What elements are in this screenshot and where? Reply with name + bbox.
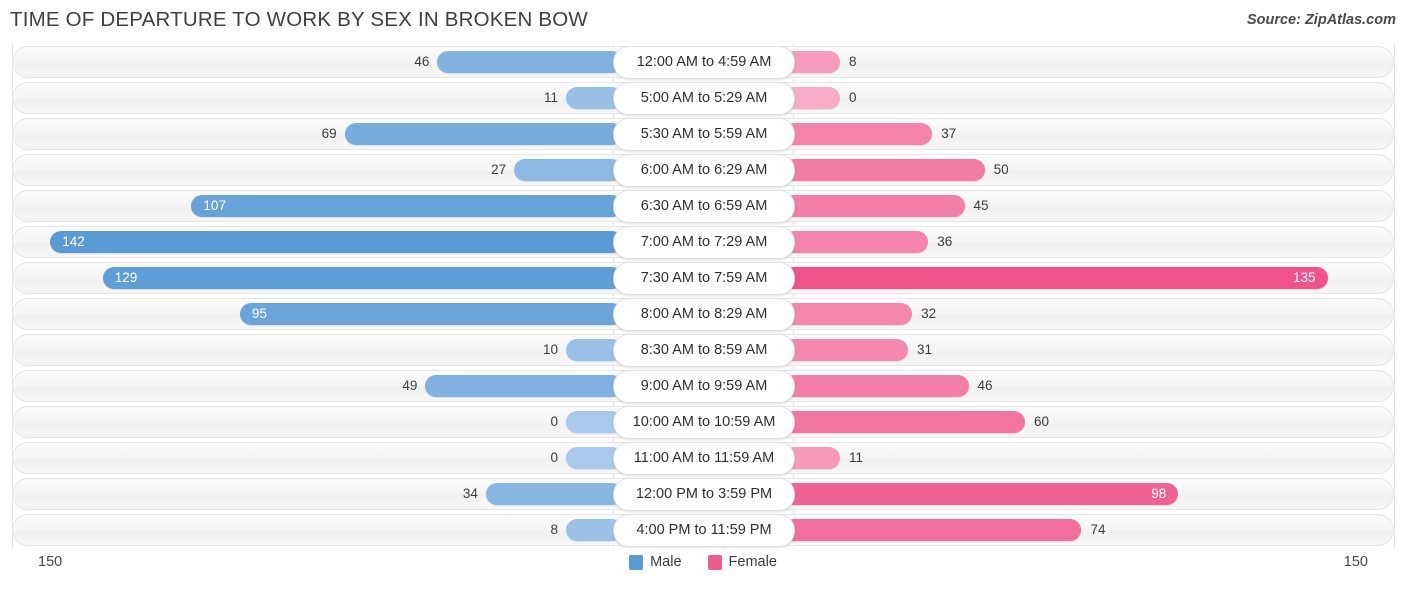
diverging-bar-chart: 46 8 12:00 AM to 4:59 AM 11 0 5:00 AM to 5:29… bbox=[0, 44, 1406, 548]
bar-value-male: 107 bbox=[203, 198, 226, 213]
legend-swatch-male-icon bbox=[629, 554, 644, 570]
bar-value-male: 8 bbox=[550, 522, 558, 537]
bar-value-female: 60 bbox=[1034, 414, 1050, 429]
chart-row[interactable]: 11 0 5:00 AM to 5:29 AM bbox=[0, 80, 1406, 116]
chart-row[interactable]: 95 32 8:00 AM to 8:29 AM bbox=[0, 296, 1406, 332]
bar-value-male: 95 bbox=[251, 306, 267, 321]
bar-male[interactable] bbox=[485, 483, 623, 505]
chart-row[interactable]: 10 31 8:30 AM to 8:59 AM bbox=[0, 332, 1406, 368]
chart-row[interactable]: 49 46 9:00 AM to 9:59 AM bbox=[0, 368, 1406, 404]
bar-female[interactable] bbox=[783, 303, 913, 325]
category-label: 12:00 PM to 3:59 PM bbox=[613, 478, 795, 511]
chart-header: TIME OF DEPARTURE TO WORK BY SEX IN BROK… bbox=[0, 0, 1406, 44]
bar-female[interactable] bbox=[783, 159, 985, 181]
bar-male[interactable] bbox=[239, 303, 623, 325]
bar-value-female: 50 bbox=[993, 162, 1009, 177]
bar-value-male: 69 bbox=[321, 126, 337, 141]
bar-value-male: 46 bbox=[414, 54, 430, 69]
category-label: 9:00 AM to 9:59 AM bbox=[613, 370, 795, 403]
category-label: 11:00 AM to 11:59 AM bbox=[613, 442, 795, 475]
chart-footer: 150 150 Male Female bbox=[0, 548, 1406, 582]
legend-label-female: Female bbox=[728, 554, 777, 570]
bar-male[interactable] bbox=[514, 159, 623, 181]
bar-value-male: 10 bbox=[542, 342, 558, 357]
bar-female[interactable] bbox=[783, 195, 965, 217]
category-label: 6:30 AM to 6:59 AM bbox=[613, 190, 795, 223]
bar-value-female: 98 bbox=[1151, 486, 1167, 501]
bar-value-female: 36 bbox=[937, 234, 953, 249]
category-label: 7:30 AM to 7:59 AM bbox=[613, 262, 795, 295]
category-label: 4:00 PM to 11:59 PM bbox=[613, 514, 795, 547]
bar-female[interactable] bbox=[783, 123, 933, 145]
chart-row[interactable]: 142 36 7:00 AM to 7:29 AM bbox=[0, 224, 1406, 260]
page-title: TIME OF DEPARTURE TO WORK BY SEX IN BROK… bbox=[10, 8, 588, 31]
chart-row[interactable]: 0 60 10:00 AM to 10:59 AM bbox=[0, 404, 1406, 440]
bar-value-female: 11 bbox=[849, 450, 864, 465]
legend-item-female[interactable]: Female bbox=[707, 554, 777, 570]
bar-value-female: 32 bbox=[921, 306, 937, 321]
bar-female[interactable] bbox=[783, 339, 909, 361]
bar-value-male: 129 bbox=[114, 270, 138, 285]
category-label: 5:00 AM to 5:29 AM bbox=[613, 82, 795, 115]
chart-row[interactable]: 34 98 12:00 PM to 3:59 PM bbox=[0, 476, 1406, 512]
bar-male[interactable] bbox=[50, 231, 623, 253]
category-label: 12:00 AM to 4:59 AM bbox=[613, 46, 795, 79]
legend-item-male[interactable]: Male bbox=[629, 554, 682, 570]
bar-female[interactable] bbox=[783, 519, 1082, 541]
bar-value-female: 31 bbox=[917, 342, 933, 357]
source-attribution: Source: ZipAtlas.com bbox=[1246, 12, 1396, 28]
bar-male[interactable] bbox=[191, 195, 623, 217]
bar-value-female: 0 bbox=[849, 90, 857, 105]
chart-row[interactable]: 46 8 12:00 AM to 4:59 AM bbox=[0, 44, 1406, 80]
bar-value-female: 135 bbox=[1292, 270, 1316, 285]
bar-value-female: 37 bbox=[941, 126, 957, 141]
bar-male[interactable] bbox=[437, 51, 623, 73]
legend-label-male: Male bbox=[650, 554, 682, 570]
chart-row[interactable]: 8 74 4:00 PM to 11:59 PM bbox=[0, 512, 1406, 548]
chart-row[interactable]: 129 135 7:30 AM to 7:59 AM bbox=[0, 260, 1406, 296]
bar-female[interactable] bbox=[783, 267, 1328, 289]
bar-value-male: 0 bbox=[550, 450, 558, 465]
bar-female[interactable] bbox=[783, 231, 929, 253]
chart-row[interactable]: 0 11 11:00 AM to 11:59 AM bbox=[0, 440, 1406, 476]
chart-row[interactable]: 69 37 5:30 AM to 5:59 AM bbox=[0, 116, 1406, 152]
category-label: 10:00 AM to 10:59 AM bbox=[613, 406, 795, 439]
bar-value-male: 0 bbox=[550, 414, 558, 429]
bar-value-male: 27 bbox=[491, 162, 507, 177]
bar-value-female: 74 bbox=[1090, 522, 1106, 537]
bar-male[interactable] bbox=[102, 267, 623, 289]
chart-row[interactable]: 27 50 6:00 AM to 6:29 AM bbox=[0, 152, 1406, 188]
legend-swatch-female-icon bbox=[707, 554, 722, 570]
bar-value-female: 45 bbox=[973, 198, 989, 213]
bar-female[interactable] bbox=[783, 411, 1025, 433]
bar-value-male: 142 bbox=[62, 234, 85, 249]
bar-female[interactable] bbox=[783, 375, 969, 397]
bar-male[interactable] bbox=[344, 123, 623, 145]
bar-value-male: 49 bbox=[402, 378, 418, 393]
category-label: 8:00 AM to 8:29 AM bbox=[613, 298, 795, 331]
bar-value-male: 11 bbox=[543, 90, 558, 105]
category-label: 6:00 AM to 6:29 AM bbox=[613, 154, 795, 187]
category-label: 7:00 AM to 7:29 AM bbox=[613, 226, 795, 259]
chart-legend: Male Female bbox=[0, 554, 1406, 570]
bar-value-female: 46 bbox=[977, 378, 993, 393]
bar-value-male: 34 bbox=[462, 486, 478, 501]
category-label: 8:30 AM to 8:59 AM bbox=[613, 334, 795, 367]
category-label: 5:30 AM to 5:59 AM bbox=[613, 118, 795, 151]
bar-male[interactable] bbox=[425, 375, 623, 397]
bar-value-female: 8 bbox=[849, 54, 857, 69]
chart-row[interactable]: 107 45 6:30 AM to 6:59 AM bbox=[0, 188, 1406, 224]
